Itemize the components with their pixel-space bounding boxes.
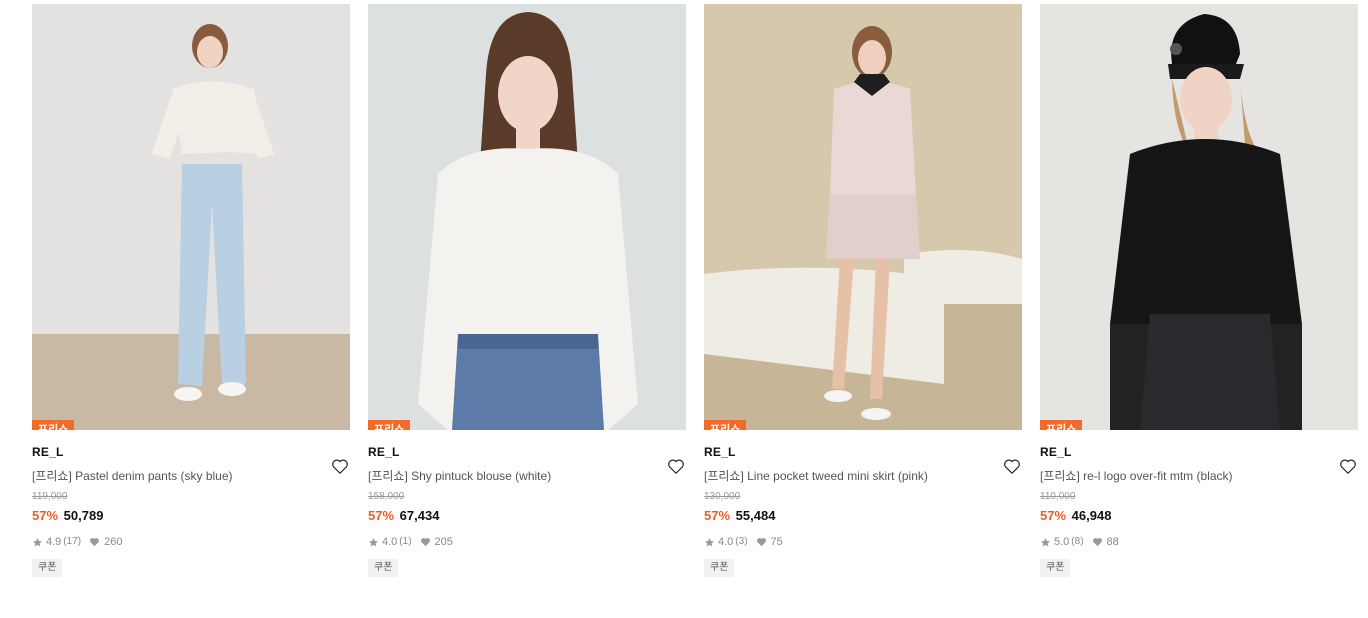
- product-card: 프리쇼 RE_L [프리쇼] re-l logo over-fit mtm (b…: [1040, 4, 1358, 577]
- wishlist-heart-icon[interactable]: [1339, 458, 1357, 475]
- discount-rate: 57%: [1040, 508, 1067, 523]
- brand-name[interactable]: RE_L: [1040, 445, 1358, 459]
- rating-value: 5.0: [1054, 536, 1070, 548]
- product-image[interactable]: 프리쇼: [368, 4, 686, 430]
- product-card: 프리쇼 RE_L [프리쇼] Pastel denim pants (sky b…: [32, 4, 350, 577]
- discount-rate: 57%: [32, 508, 59, 523]
- original-price: 110,000: [1040, 491, 1076, 502]
- product-photo-model-blouse: [368, 4, 686, 430]
- star-icon: [368, 537, 379, 547]
- product-image[interactable]: 프리쇼: [704, 4, 1022, 430]
- coupon-tag: 쿠폰: [368, 559, 399, 577]
- star-icon: [704, 537, 715, 547]
- product-meta: RE_L [프리쇼] re-l logo over-fit mtm (black…: [1040, 445, 1358, 577]
- wishlist-heart-icon[interactable]: [331, 458, 349, 475]
- product-meta: RE_L [프리쇼] Line pocket tweed mini skirt …: [704, 445, 1022, 577]
- coupon-tag: 쿠폰: [704, 559, 735, 577]
- product-stats: 4.9 (17) 260: [32, 535, 350, 549]
- product-photo-model-sweatshirt: [1040, 4, 1358, 430]
- price-row: 57% 46,948: [1040, 508, 1358, 524]
- product-card: 프리쇼 RE_L [프리쇼] Line pocket tweed mini sk…: [704, 4, 1022, 577]
- heart-filled-icon: [420, 538, 430, 547]
- product-title[interactable]: [프리쇼] Shy pintuck blouse (white): [368, 469, 686, 483]
- discount-rate: 57%: [704, 508, 731, 523]
- like-count: 75: [770, 536, 783, 548]
- product-title[interactable]: [프리쇼] re-l logo over-fit mtm (black): [1040, 469, 1358, 483]
- product-stats: 4.0 (3) 75: [704, 535, 1022, 549]
- like-count: 88: [1106, 536, 1119, 548]
- coupon-tag: 쿠폰: [32, 559, 63, 577]
- product-image[interactable]: 프리쇼: [32, 4, 350, 430]
- preshow-badge: 프리쇼: [368, 420, 411, 430]
- brand-name[interactable]: RE_L: [368, 445, 686, 459]
- product-title[interactable]: [프리쇼] Pastel denim pants (sky blue): [32, 469, 350, 483]
- original-price: 119,000: [32, 491, 68, 502]
- review-count: (3): [735, 536, 748, 547]
- heart-filled-icon: [1092, 538, 1102, 547]
- review-count: (8): [1071, 536, 1084, 547]
- rating-value: 4.9: [46, 536, 62, 548]
- sale-price: 46,948: [1071, 508, 1112, 523]
- product-photo-model-tweed: [704, 4, 1022, 430]
- product-photo-model-denim: [32, 4, 350, 430]
- heart-filled-icon: [90, 538, 100, 547]
- product-card: 프리쇼 RE_L [프리쇼] Shy pintuck blouse (white…: [368, 4, 686, 577]
- brand-name[interactable]: RE_L: [32, 445, 350, 459]
- coupon-tag: 쿠폰: [1040, 559, 1071, 577]
- product-meta: RE_L [프리쇼] Shy pintuck blouse (white) 15…: [368, 445, 686, 577]
- original-price: 130,000: [704, 491, 741, 502]
- product-title[interactable]: [프리쇼] Line pocket tweed mini skirt (pink…: [704, 469, 1022, 483]
- price-row: 57% 67,434: [368, 508, 686, 524]
- rating-value: 4.0: [718, 536, 734, 548]
- product-stats: 4.0 (1) 205: [368, 535, 686, 549]
- preshow-badge: 프리쇼: [704, 420, 747, 430]
- star-icon: [32, 537, 43, 547]
- like-count: 260: [104, 536, 123, 548]
- star-icon: [1040, 537, 1051, 547]
- price-row: 57% 55,484: [704, 508, 1022, 524]
- review-count: (17): [63, 536, 82, 547]
- wishlist-heart-icon[interactable]: [667, 458, 685, 475]
- product-grid: 프리쇼 RE_L [프리쇼] Pastel denim pants (sky b…: [0, 0, 1368, 618]
- product-stats: 5.0 (8) 88: [1040, 535, 1358, 549]
- wishlist-heart-icon[interactable]: [1003, 458, 1021, 475]
- review-count: (1): [399, 536, 412, 547]
- sale-price: 67,434: [399, 508, 440, 523]
- product-meta: RE_L [프리쇼] Pastel denim pants (sky blue)…: [32, 445, 350, 577]
- price-row: 57% 50,789: [32, 508, 350, 524]
- original-price: 158,000: [368, 491, 405, 502]
- heart-filled-icon: [756, 538, 766, 547]
- discount-rate: 57%: [368, 508, 395, 523]
- sale-price: 50,789: [63, 508, 104, 523]
- preshow-badge: 프리쇼: [32, 420, 75, 430]
- preshow-badge: 프리쇼: [1040, 420, 1083, 430]
- sale-price: 55,484: [735, 508, 776, 523]
- product-image[interactable]: 프리쇼: [1040, 4, 1358, 430]
- rating-value: 4.0: [382, 536, 398, 548]
- like-count: 205: [434, 536, 453, 548]
- brand-name[interactable]: RE_L: [704, 445, 1022, 459]
